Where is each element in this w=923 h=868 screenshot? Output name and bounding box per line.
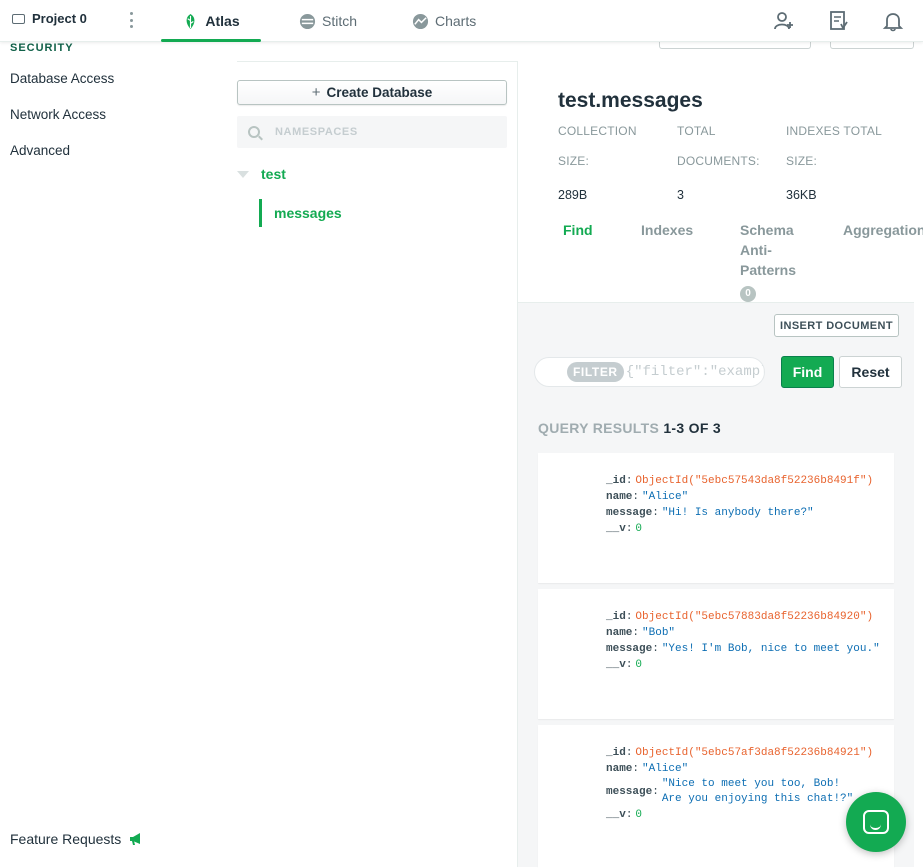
query-results-count: QUERY RESULTS 1-3 OF 3 [538,420,721,436]
sidebar-item-advanced[interactable]: Advanced [10,143,70,158]
stitch-icon [299,13,316,29]
field-value-number: 0 [635,523,643,535]
field-key: __v [606,659,626,671]
field-value-string: "Bob" [642,627,676,639]
document-card[interactable]: _id: ObjectId("5ebc57883da8f52236b84920")… [538,589,894,719]
field-key: name [606,763,633,775]
field-value-string: "Alice" [642,763,689,775]
collection-title: test.messages [558,89,703,112]
charts-icon [412,13,429,29]
project-selector[interactable]: Project 0 [12,11,87,26]
field-value-string: "Hi! Is anybody there?" [661,507,814,519]
document-card[interactable]: _id: ObjectId("5ebc57543da8f52236b8491f")… [538,453,894,583]
filter-placeholder: {"filter":"example"} [625,364,764,380]
tab-schema-label-line: Schema [740,222,794,238]
create-database-label: Create Database [326,85,433,100]
tab-atlas[interactable]: Atlas [161,0,261,42]
namespaces-search-placeholder: NAMESPACES [275,126,358,138]
expand-caret-icon[interactable] [237,170,249,178]
field-key: _id [606,747,626,759]
field-key: message [606,643,653,655]
stat-value-indexes-size: 36KB [786,188,817,202]
database-item-test[interactable]: test [237,166,286,182]
plus-icon: + [311,84,321,101]
field-value-objectid: ObjectId("5ebc57543da8f52236b8491f") [635,475,874,487]
panel-divider [517,61,518,867]
field-value-string: "Alice" [642,491,689,503]
support-chat-button[interactable] [846,792,906,852]
feature-requests-label: Feature Requests [10,831,122,847]
stat-label: COLLECTION [558,124,637,138]
stat-label: TOTAL [677,124,716,138]
sidebar-item-network-access[interactable]: Network Access [10,107,106,122]
database-name: test [261,166,286,182]
field-value-string: "Yes! I'm Bob, nice to meet you." [661,643,880,655]
tab-schema-label-line: Patterns [740,262,797,278]
megaphone-icon [130,833,141,845]
stat-value-collection-size: 289B [558,188,588,202]
sidebar-item-database-access[interactable]: Database Access [10,71,114,86]
namespaces-panel: + Create Database NAMESPACES test messag… [237,61,518,867]
atlas-leaf-icon [186,13,195,29]
filter-tag: FILTER [567,362,624,382]
tab-stitch[interactable]: Stitch [299,0,357,42]
tab-stitch-label: Stitch [322,13,358,29]
tab-charts-label: Charts [435,13,477,29]
sidebar-section-security: SECURITY [10,42,74,54]
field-value-string: Are you enjoying this chat!?" [661,793,854,805]
folder-icon [12,13,25,24]
more-options-icon[interactable] [129,12,133,28]
left-sidebar: SECURITY Database Access Network Access … [0,42,237,867]
project-name: Project 0 [32,11,87,26]
query-results-range: 1-3 OF 3 [663,420,721,436]
collection-item-messages[interactable]: messages [259,199,342,227]
documents-area: INSERT DOCUMENT FILTER {"filter":"exampl… [518,302,914,868]
field-key: message [606,786,653,798]
field-key: __v [606,523,626,535]
query-results-prefix: QUERY RESULTS [538,420,660,436]
field-key: message [606,507,653,519]
stat-label: DOCUMENTS: [677,154,760,168]
field-value-objectid: ObjectId("5ebc57883da8f52236b84920") [635,611,874,623]
tab-charts[interactable]: Charts [412,0,476,42]
stat-value-total-documents: 3 [677,188,684,202]
document-card[interactable]: _id: ObjectId("5ebc57af3da8f52236b84921")… [538,725,894,868]
hidden-header-button[interactable] [830,42,914,49]
field-key: name [606,491,633,503]
insert-document-button[interactable]: INSERT DOCUMENT [774,314,899,337]
filter-input[interactable]: FILTER {"filter":"example"} [534,357,765,387]
tab-schema-label-line: Anti- [740,242,772,258]
field-value-string: "Nice to meet you too, Bob! [661,778,841,790]
count-badge: 0 [740,286,756,302]
stat-label: SIZE: [558,154,590,168]
field-key: _id [606,611,626,623]
feature-requests-link[interactable]: Feature Requests [10,831,143,847]
field-key: __v [606,809,626,821]
field-value-number: 0 [635,659,643,671]
activity-feed-icon[interactable] [828,10,850,32]
field-value-objectid: ObjectId("5ebc57af3da8f52236b84921") [635,747,874,759]
search-icon [248,126,260,138]
notifications-bell-icon[interactable] [882,10,904,32]
tab-indexes[interactable]: Indexes [641,220,693,240]
field-key: _id [606,475,626,487]
hidden-header-button[interactable] [659,42,811,49]
field-key: name [606,627,633,639]
tab-find[interactable]: Find [563,220,593,240]
reset-button[interactable]: Reset [839,356,902,388]
top-navigation-bar: Project 0 Atlas Stitch Charts [0,0,923,42]
chat-icon [863,810,889,834]
field-value-number: 0 [635,809,643,821]
namespaces-search-input[interactable]: NAMESPACES [237,116,507,148]
invite-user-icon[interactable] [773,10,795,32]
tab-aggregation[interactable]: Aggregation [843,220,923,240]
stat-label: SIZE: [786,154,818,168]
stat-label: INDEXES TOTAL [786,124,882,138]
tab-atlas-label: Atlas [205,13,240,29]
tab-schema-anti-patterns[interactable]: Schema Anti- Patterns 0 [740,220,796,302]
create-database-button[interactable]: + Create Database [237,80,507,105]
find-button[interactable]: Find [781,356,834,388]
